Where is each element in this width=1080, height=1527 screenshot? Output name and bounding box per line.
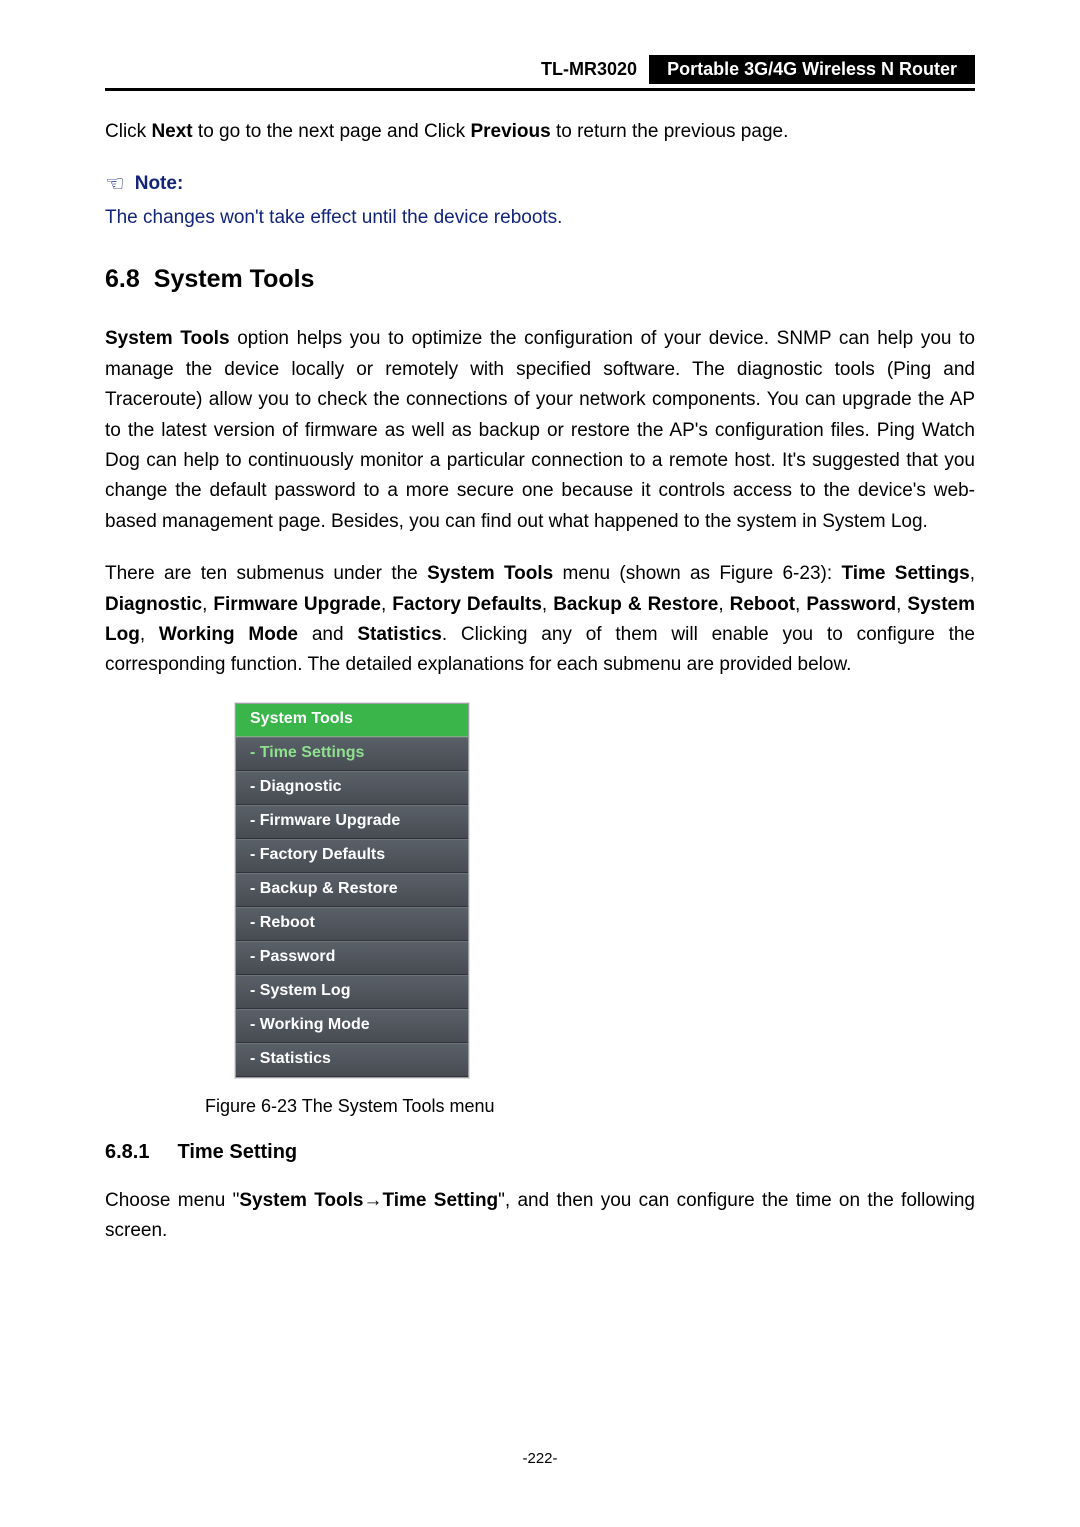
hand-point-icon: ☞ [105,171,125,197]
text: , [381,594,392,615]
text: , [140,624,159,645]
menu-item-firmware-upgrade: - Firmware Upgrade [236,805,468,839]
page-number: -222- [522,1450,557,1467]
header-rule [105,88,975,91]
submenu-names: Statistics [357,624,441,645]
text: , [795,594,806,615]
subsection-number: 6.8.1 [105,1141,149,1164]
system-tools-menu: System Tools - Time Settings - Diagnosti… [235,703,469,1078]
submenu-names: Backup & Restore [553,594,718,615]
text: , [718,594,729,615]
menu-item-working-mode: - Working Mode [236,1009,468,1043]
note-label: Note: [135,173,184,195]
submenu-names: Diagnostic [105,594,202,615]
menu-item-statistics: - Statistics [236,1043,468,1077]
note-text: The changes won't take effect until the … [105,207,975,229]
text: , [202,594,213,615]
menu-item-diagnostic: - Diagnostic [236,771,468,805]
term-system-tools: System Tools [239,1190,363,1211]
term-system-tools: System Tools [427,563,553,584]
page: TL-MR3020 Portable 3G/4G Wireless N Rout… [0,0,1080,1527]
term-time-setting: Time Setting [382,1190,498,1211]
menu-item-factory-defaults: - Factory Defaults [236,839,468,873]
submenu-names: Time Settings [841,563,969,584]
submenu-names: Factory Defaults [392,594,542,615]
paragraph-system-tools-intro: System Tools option helps you to optimiz… [105,324,975,537]
text: to return the previous page. [551,121,789,142]
previous-keyword: Previous [470,121,550,142]
submenu-names: Working Mode [159,624,298,645]
figure-caption: Figure 6-23 The System Tools menu [205,1096,975,1117]
page-header: TL-MR3020 Portable 3G/4G Wireless N Rout… [105,55,975,84]
text: , [970,563,975,584]
menu-item-time-settings: - Time Settings [236,737,468,771]
text: option helps you to optimize the configu… [105,328,975,531]
section-number: 6.8 [105,265,140,294]
submenu-names: Firmware Upgrade [213,594,381,615]
menu-item-backup-restore: - Backup & Restore [236,873,468,907]
paragraph-submenu-list: There are ten submenus under the System … [105,559,975,681]
intro-sentence: Click Next to go to the next page and Cl… [105,117,975,147]
menu-item-system-log: - System Log [236,975,468,1009]
text: and [298,624,357,645]
figure-menu: System Tools - Time Settings - Diagnosti… [235,703,975,1078]
submenu-names: Password [806,594,896,615]
text: Click [105,121,151,142]
text: , [896,594,907,615]
subsection-title: Time Setting [177,1141,297,1164]
section-title: System Tools [154,265,315,294]
submenu-names: Reboot [730,594,795,615]
text: There are ten submenus under the [105,563,427,584]
menu-item-password: - Password [236,941,468,975]
device-title: Portable 3G/4G Wireless N Router [649,55,975,84]
paragraph-time-setting: Choose menu "System Tools→Time Setting",… [105,1186,975,1247]
arrow-icon: → [363,1190,382,1211]
note-heading: ☞ Note: [105,171,975,197]
menu-header: System Tools [236,704,468,737]
model-label: TL-MR3020 [529,55,649,84]
next-keyword: Next [151,121,192,142]
text: , [542,594,553,615]
section-heading: 6.8 System Tools [105,265,975,294]
text: to go to the next page and Click [193,121,471,142]
subsection-heading: 6.8.1 Time Setting [105,1141,975,1164]
text: Choose menu " [105,1190,239,1211]
term-system-tools: System Tools [105,328,230,349]
menu-item-reboot: - Reboot [236,907,468,941]
text: menu (shown as Figure 6-23): [553,563,841,584]
